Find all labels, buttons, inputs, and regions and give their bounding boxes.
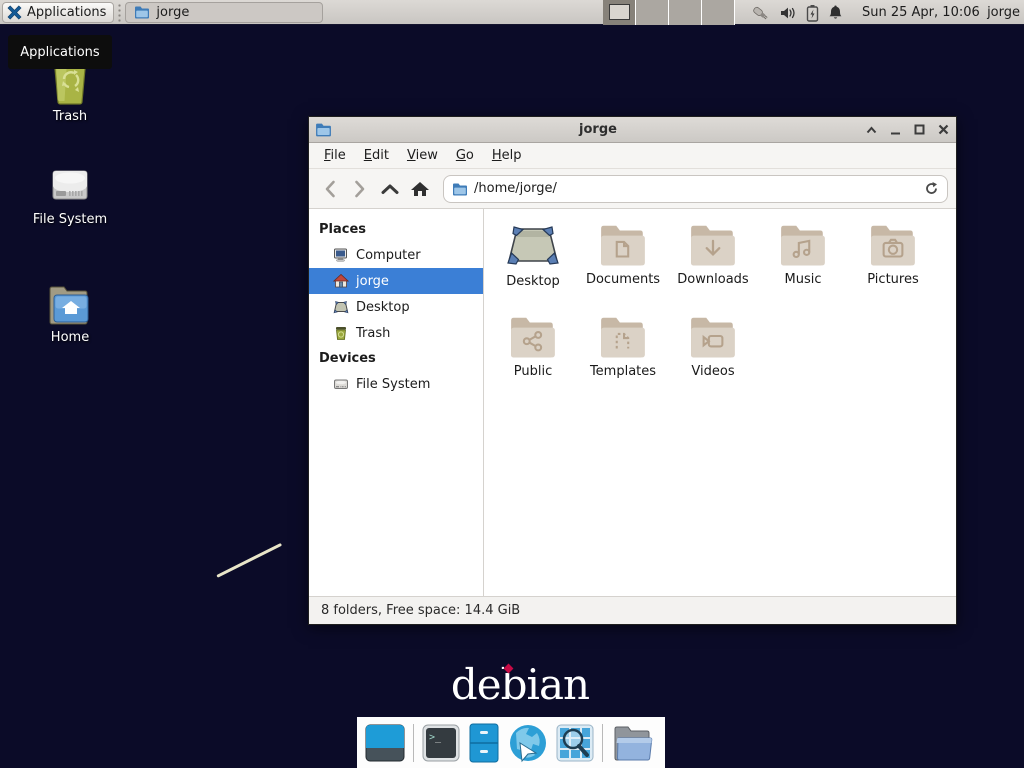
close-button[interactable] [936,123,950,137]
panel-username: jorge [987,0,1020,25]
folder-window-icon [134,5,150,19]
desktop-icon-label: File System [33,212,107,227]
workspace-window-preview [609,4,630,20]
home-folder-icon [45,282,95,326]
desktop-pad-icon [505,221,561,269]
sidebar-places-header: Places [309,217,483,242]
workspace-1[interactable] [603,0,636,25]
folder-public-icon [508,313,558,359]
dock-separator [413,724,414,762]
trash-icon [333,325,349,341]
status-text: 8 folders, Free space: 14.4 GiB [321,603,520,618]
path-text[interactable]: /home/jorge/ [474,181,918,196]
folder-pictures-icon [868,221,918,267]
taskbar-window-label: jorge [156,5,189,20]
desktop-icon-file-system[interactable]: File System [15,160,125,227]
terminal-icon[interactable]: >_ [422,724,460,762]
svg-text:_: _ [435,732,442,743]
file-item-pictures[interactable]: Pictures [848,221,938,313]
folder-icon[interactable] [611,724,653,762]
file-cabinet-icon[interactable] [468,723,500,763]
desktop-icon [333,299,349,315]
workspace-3[interactable] [669,0,702,25]
file-item-music[interactable]: Music [758,221,848,313]
notification-bell-icon[interactable] [828,4,843,21]
app-finder-icon[interactable] [556,724,594,762]
statusbar: 8 folders, Free space: 14.4 GiB [309,596,956,624]
menu-file[interactable]: File [315,144,355,167]
panel-clock[interactable]: Sun 25 Apr, 10:06 [862,0,980,25]
workspace-2[interactable] [636,0,669,25]
file-item-desktop[interactable]: Desktop [488,221,578,313]
window-folder-icon [315,122,332,137]
location-bar[interactable]: /home/jorge/ [443,175,948,203]
desktop-icon-home[interactable]: Home [15,282,125,345]
desktop: Applications jorge [0,0,1024,768]
sidebar-devices-header: Devices [309,346,483,371]
top-panel: Applications jorge [0,0,1024,25]
applications-tooltip: Applications [8,35,112,69]
file-item-templates[interactable]: Templates [578,313,668,405]
volume-icon[interactable] [779,5,797,21]
drive-icon [333,376,349,392]
panel-handle[interactable] [116,3,123,22]
xfce-logo-icon [7,5,22,20]
menu-view[interactable]: View [398,144,447,167]
window-title: jorge [332,122,864,137]
web-browser-icon[interactable] [508,723,548,763]
menubar: File Edit View Go Help [309,143,956,169]
show-desktop-icon[interactable] [365,724,405,762]
up-button[interactable] [377,176,403,202]
dock: >_ [357,717,665,768]
file-item-public[interactable]: Public [488,313,578,405]
desktop-icon-label: Trash [53,109,87,124]
computer-icon [333,247,349,263]
menu-edit[interactable]: Edit [355,144,398,167]
folder-music-icon [778,221,828,267]
menu-go[interactable]: Go [447,144,483,167]
workspace-4[interactable] [702,0,735,25]
folder-documents-icon [598,221,648,267]
path-folder-icon [452,182,468,196]
shade-button[interactable] [864,123,878,137]
reload-icon[interactable] [924,181,939,196]
debian-logo: debian [440,660,600,709]
file-item-documents[interactable]: Documents [578,221,668,313]
forward-button[interactable] [347,176,373,202]
folder-videos-icon [688,313,738,359]
sidebar-item-desktop[interactable]: Desktop [309,294,483,320]
desktop-icon-label: Home [51,330,89,345]
taskbar-window-button[interactable]: jorge [125,2,323,23]
home-icon [333,273,349,289]
home-button[interactable] [407,176,433,202]
system-tray [750,0,843,25]
sidebar-item-trash[interactable]: Trash [309,320,483,346]
titlebar[interactable]: jorge [309,117,956,143]
file-manager-window: jorge File Edit View Go Help [308,116,957,625]
file-item-downloads[interactable]: Downloads [668,221,758,313]
sidebar-item-jorge[interactable]: jorge [309,268,483,294]
folder-downloads-icon [688,221,738,267]
scratch-line [216,543,282,578]
minimize-button[interactable] [888,123,902,137]
folder-templates-icon [598,313,648,359]
power-plug-icon[interactable] [750,4,770,22]
sidebar-item-computer[interactable]: Computer [309,242,483,268]
dock-separator [602,724,603,762]
applications-menu-button[interactable]: Applications [2,2,114,23]
debian-red-dot [504,664,513,673]
menu-help[interactable]: Help [483,144,531,167]
back-button[interactable] [317,176,343,202]
file-item-videos[interactable]: Videos [668,313,758,405]
toolbar: /home/jorge/ [309,169,956,209]
file-view: Desktop Documents [484,209,956,596]
applications-menu-label: Applications [27,5,106,20]
battery-charging-icon[interactable] [806,4,819,22]
hard-drive-icon [45,160,95,208]
sidebar: Places Computer jorge Desktop Trash [309,209,484,596]
maximize-button[interactable] [912,123,926,137]
workspace-switcher[interactable] [603,0,735,25]
sidebar-item-file-system[interactable]: File System [309,371,483,397]
